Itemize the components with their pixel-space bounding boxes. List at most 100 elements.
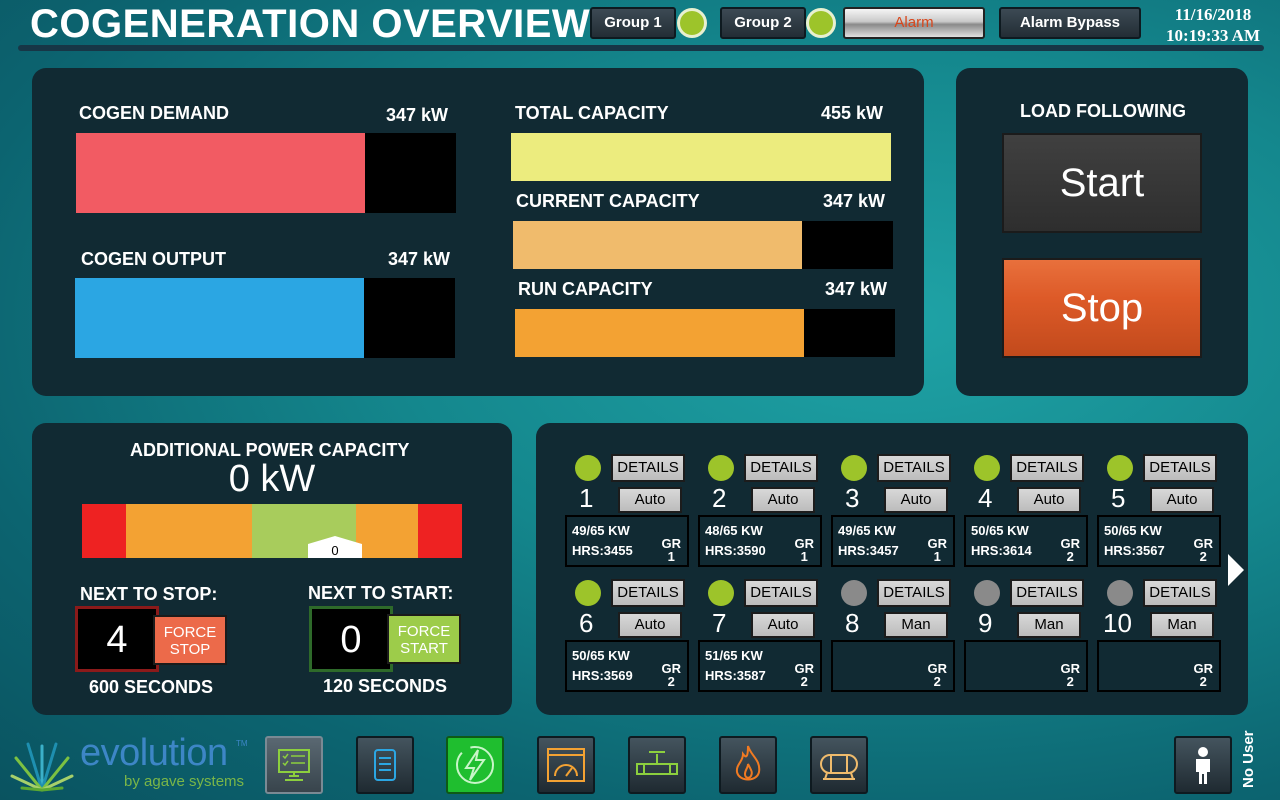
total-capacity-value: 455 kW [821, 103, 884, 123]
unit-details-button[interactable]: DETAILS [744, 454, 818, 482]
brand-subtitle: by agave systems [124, 773, 245, 790]
next-to-start-counter: 0 [309, 606, 393, 672]
alarm-bypass-button[interactable]: Alarm Bypass [999, 7, 1141, 39]
alarm-button[interactable]: Alarm [843, 7, 985, 39]
capacity-gauge: 0 [82, 504, 462, 558]
unit-mode-button[interactable]: Man [1017, 612, 1081, 638]
unit-mode-button[interactable]: Man [884, 612, 948, 638]
unit-group-number: 2 [800, 674, 808, 689]
unit-status-indicator [708, 580, 734, 606]
datetime-display: 11/16/2018 10:19:33 AM [1166, 4, 1260, 46]
gauge-orange-high [356, 504, 418, 558]
unit-group: GR 1 [662, 537, 682, 563]
unit-hours: HRS:3614 [971, 543, 1032, 558]
monitor-checklist-icon [278, 749, 310, 781]
cogen-output-fill [75, 278, 364, 358]
group2-button[interactable]: Group 2 [720, 7, 806, 39]
unit-hours: HRS:3567 [1104, 543, 1165, 558]
unit-details-button[interactable]: DETAILS [1010, 454, 1084, 482]
brand-trademark: TM [236, 739, 248, 748]
unit-details-button[interactable]: DETAILS [877, 454, 951, 482]
unit-details-button[interactable]: DETAILS [744, 579, 818, 607]
unit-mode-button[interactable]: Auto [751, 612, 815, 638]
unit-mode-button[interactable]: Man [1150, 612, 1214, 638]
unit-group: GR 1 [795, 537, 815, 563]
cogen-demand-bar [76, 133, 456, 213]
time-text: 10:19:33 AM [1166, 26, 1260, 45]
unit-mode-button[interactable]: Auto [884, 487, 948, 513]
unit-status-indicator [841, 455, 867, 481]
current-capacity-bar [513, 221, 893, 269]
pipe-valve-icon [636, 751, 678, 775]
nav-power-button[interactable] [446, 736, 504, 794]
additional-capacity-value: 0 kW [228, 458, 316, 500]
current-capacity-value: 347 kW [823, 191, 886, 211]
unit-group-number: 2 [1066, 674, 1074, 689]
unit-kw: 50/65 KW [572, 648, 630, 663]
user-button[interactable] [1174, 736, 1232, 794]
next-page-arrow-icon[interactable] [1226, 552, 1246, 588]
group1-button[interactable]: Group 1 [590, 7, 676, 39]
gauge-marker-value: 0 [331, 543, 339, 558]
unit-mode-button[interactable]: Auto [618, 612, 682, 638]
run-capacity-fill [515, 309, 804, 357]
unit-hours: HRS:3590 [705, 543, 766, 558]
unit-details-button[interactable]: DETAILS [877, 579, 951, 607]
unit-number: 8 [845, 608, 860, 638]
stop-button[interactable]: Stop [1002, 258, 1202, 358]
unit-group-number: 2 [667, 674, 675, 689]
nav-piping-button[interactable] [628, 736, 686, 794]
brand-name: evolution [80, 732, 228, 774]
unit-details-button[interactable]: DETAILS [1010, 579, 1084, 607]
force-start-button[interactable]: FORCE START [387, 614, 461, 664]
unit-mode-button[interactable]: Auto [1017, 487, 1081, 513]
gauge-marker: 0 [308, 536, 362, 558]
start-seconds-text: 120 SECONDS [323, 676, 448, 696]
unit-mode-button[interactable]: Auto [618, 487, 682, 513]
unit-group: GR 1 [928, 537, 948, 563]
unit-info-box: 50/65 KW HRS:3569 GR 2 [565, 640, 689, 692]
lightning-icon [456, 746, 494, 784]
unit-info-box: 49/65 KW HRS:3457 GR 1 [831, 515, 955, 567]
unit-mode-button[interactable]: Auto [751, 487, 815, 513]
nav-fuel-button[interactable] [719, 736, 777, 794]
gauge-window-icon [547, 748, 585, 782]
unit-group-number: 1 [800, 549, 808, 564]
unit-kw: 48/65 KW [705, 523, 763, 538]
unit-kw: 50/65 KW [1104, 523, 1162, 538]
nav-gauge-button[interactable] [537, 736, 595, 794]
nav-documents-button[interactable] [356, 736, 414, 794]
unit-info-box: GR 2 [1097, 640, 1221, 692]
unit-group: GR 2 [662, 662, 682, 688]
unit-details-button[interactable]: DETAILS [1143, 579, 1217, 607]
cogen-output-bar [75, 278, 455, 358]
unit-details-button[interactable]: DETAILS [611, 454, 685, 482]
unit-group-number: 2 [933, 674, 941, 689]
unit-hours: HRS:3457 [838, 543, 899, 558]
unit-number: 4 [978, 483, 993, 513]
user-status-text: No User [1240, 730, 1257, 788]
unit-number: 1 [579, 483, 594, 513]
unit-group: GR 2 [1061, 662, 1081, 688]
unit-details-button[interactable]: DETAILS [611, 579, 685, 607]
unit-hours: HRS:3587 [705, 668, 766, 683]
unit-kw: 49/65 KW [572, 523, 630, 538]
force-stop-button[interactable]: FORCE STOP [153, 615, 227, 665]
unit-details-button[interactable]: DETAILS [1143, 454, 1217, 482]
cogen-output-label: COGEN OUTPUT [81, 249, 227, 269]
unit-kw: 51/65 KW [705, 648, 763, 663]
total-capacity-fill [511, 133, 891, 181]
gauge-red-low [82, 504, 126, 558]
unit-group: GR 2 [1194, 537, 1214, 563]
unit-hours: HRS:3569 [572, 668, 633, 683]
flame-icon [735, 745, 761, 781]
nav-tank-button[interactable] [810, 736, 868, 794]
run-capacity-label: RUN CAPACITY [518, 279, 653, 299]
unit-mode-button[interactable]: Auto [1150, 487, 1214, 513]
person-icon [1196, 747, 1210, 784]
unit-group: GR 2 [1194, 662, 1214, 688]
start-button[interactable]: Start [1002, 133, 1202, 233]
unit-status-indicator [974, 455, 1000, 481]
date-text: 11/16/2018 [1174, 5, 1252, 24]
nav-overview-button[interactable] [265, 736, 323, 794]
